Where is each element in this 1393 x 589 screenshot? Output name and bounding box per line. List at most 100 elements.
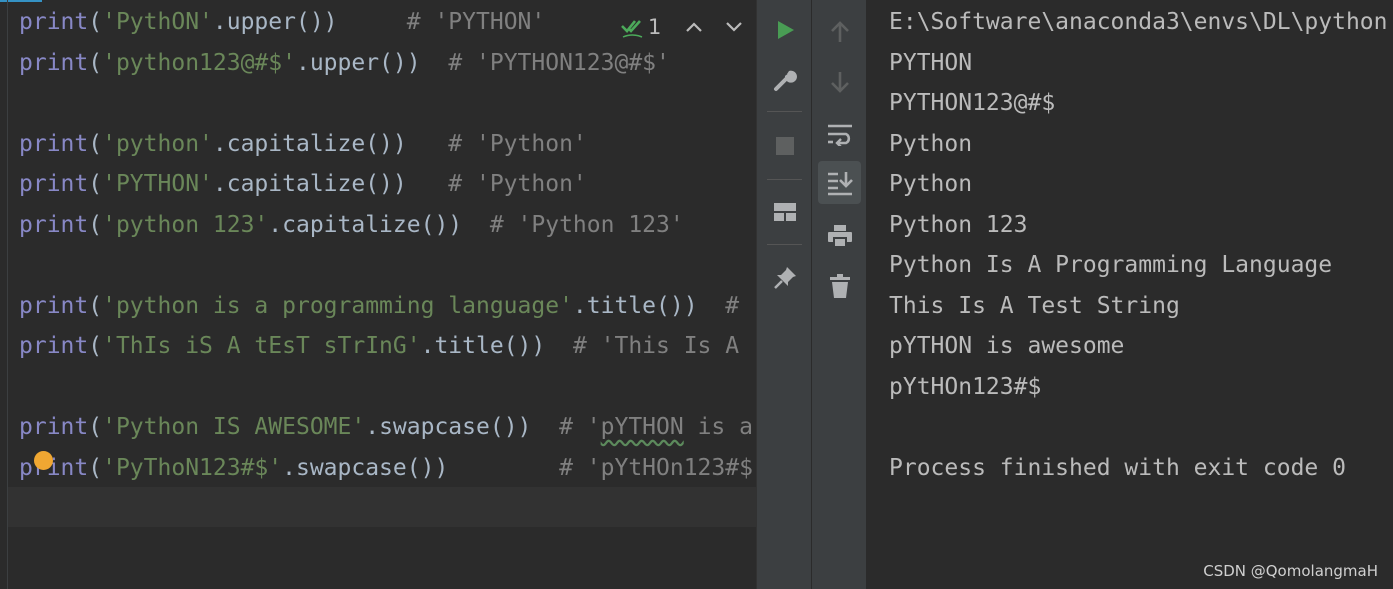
layout-icon (773, 202, 796, 221)
print-button[interactable] (818, 214, 861, 257)
stop-icon (775, 136, 794, 155)
console-line: pYTHON is awesome (889, 333, 1125, 359)
code-line[interactable]: print('PythON'.upper()) # 'PYTHON' (19, 2, 545, 42)
code-line[interactable]: print('python'.capitalize()) # 'Python' (19, 124, 587, 164)
current-line-highlight (8, 487, 756, 527)
console-line: Python 123 (889, 211, 1028, 238)
previous-highlight-button[interactable] (674, 12, 714, 42)
code-line[interactable]: print('PyThoN123#$'.swapcase()) # 'pYtHO… (19, 448, 753, 488)
intention-bulb-icon[interactable] (34, 451, 53, 470)
code-token: print (19, 414, 89, 440)
code-token: ( (88, 130, 103, 157)
soft-wrap-icon (827, 124, 852, 146)
code-token: 'python' (102, 130, 213, 157)
code-token: # (725, 292, 740, 319)
code-token: 'PYTHON' (102, 171, 213, 197)
scroll-to-end-button[interactable] (818, 161, 861, 204)
code-line[interactable]: print('python123@#$'.upper()) # 'PYTHON1… (19, 43, 670, 83)
settings-button[interactable] (763, 58, 806, 101)
code-token: .swapcase()) (365, 414, 560, 440)
code-token: .swapcase()) (282, 454, 560, 481)
console-line: This Is A Test String (889, 292, 1180, 319)
code-editor[interactable]: print('PythON'.upper()) # 'PYTHON' print(… (0, 0, 756, 589)
double-check-icon (621, 20, 643, 38)
code-token: 'PythON' (102, 9, 213, 35)
pin-button[interactable] (763, 256, 806, 299)
toolbar-separator (767, 179, 802, 180)
code-token: 'PyThoN123#$' (102, 454, 283, 481)
code-token: ( (88, 211, 103, 238)
code-token: .capitalize()) (212, 130, 449, 157)
console-line: E:\Software\anaconda3\envs\DL\python (889, 9, 1388, 35)
code-token: print (19, 49, 89, 76)
code-token: ( (88, 414, 103, 440)
code-token: 'python123@#$' (102, 49, 296, 76)
pin-icon (773, 266, 796, 289)
code-token: 'Python IS AWESOME' (102, 414, 366, 440)
code-token: # 'Python 123' (489, 211, 684, 238)
wrench-icon (773, 70, 797, 91)
next-highlight-button[interactable] (714, 12, 754, 42)
code-token: # 'PYTHON' (406, 9, 546, 35)
run-console[interactable]: E:\Software\anaconda3\envs\DL\python PYTH… (866, 0, 1393, 589)
console-line: PYTHON (889, 49, 973, 76)
code-token: 'python 123' (102, 211, 269, 238)
rerun-button[interactable] (763, 8, 806, 51)
down-button[interactable] (818, 60, 861, 103)
code-token: print (19, 211, 89, 238)
console-line: Python (889, 171, 973, 197)
exit-status-line: Process finished with exit code 0 (889, 454, 1346, 481)
arrow-down-icon (830, 71, 849, 93)
code-token: .upper()) (295, 49, 449, 76)
code-token: # 'Python' (448, 171, 587, 197)
toolbar-separator (767, 111, 802, 112)
code-token: # 'PYTHON123@#$' (448, 49, 670, 76)
code-line[interactable]: print('ThIs iS A tEsT sTrInG'.title()) #… (19, 326, 739, 366)
code-token: .title()) (420, 333, 573, 359)
code-token: # 'This Is A (572, 333, 740, 359)
up-button[interactable] (818, 10, 861, 53)
code-token: .capitalize()) (268, 211, 490, 238)
code-token: .upper()) (212, 9, 407, 35)
code-token: .title()) (572, 292, 726, 319)
code-token: ( (88, 454, 103, 481)
code-token: pYTHON (600, 414, 684, 440)
gutter-divider (7, 0, 8, 589)
play-icon (777, 20, 794, 39)
arrow-up-icon (830, 20, 849, 42)
code-token: 'ThIs iS A tEsT sTrInG' (102, 333, 421, 359)
watermark: CSDN @QomolangmaH (1203, 562, 1378, 580)
code-token: is a (683, 414, 753, 440)
inspection-count: 1 (648, 15, 662, 39)
code-token: # 'pYtHOn123#$ (559, 454, 753, 481)
layout-button[interactable] (763, 190, 806, 233)
print-icon (827, 224, 852, 248)
code-token: ( (88, 292, 103, 319)
code-token: # ' (559, 414, 601, 440)
soft-wrap-button[interactable] (818, 112, 861, 155)
code-token: ( (88, 333, 103, 359)
scroll-end-icon (827, 171, 853, 195)
code-line[interactable]: print('Python IS AWESOME'.swapcase()) # … (19, 407, 753, 447)
code-token: # 'Python' (448, 130, 587, 157)
code-token: ( (88, 9, 103, 35)
code-token: 'python is a programming language' (102, 292, 573, 319)
console-line: Python Is A Programming Language (889, 252, 1333, 278)
code-token: print (19, 9, 89, 35)
code-token: print (19, 333, 89, 359)
run-toolbar-left (756, 0, 811, 589)
inspection-widget[interactable]: 1 (620, 12, 754, 42)
code-line[interactable]: print('python 123'.capitalize()) # 'Pyth… (19, 205, 684, 245)
clear-button[interactable] (818, 264, 861, 307)
code-token: print (19, 292, 89, 319)
code-token: ( (88, 49, 103, 76)
console-line: pYtHOn123#$ (889, 373, 1042, 400)
stop-button[interactable] (763, 124, 806, 167)
console-line: Python (889, 130, 973, 157)
code-token: print (19, 454, 89, 481)
code-line[interactable]: print('PYTHON'.capitalize()) # 'Python' (19, 164, 587, 204)
code-line[interactable]: print('python is a programming language'… (19, 286, 739, 326)
console-line: PYTHON123@#$ (889, 90, 1056, 116)
code-token: ( (88, 171, 103, 197)
trash-icon (829, 273, 850, 298)
